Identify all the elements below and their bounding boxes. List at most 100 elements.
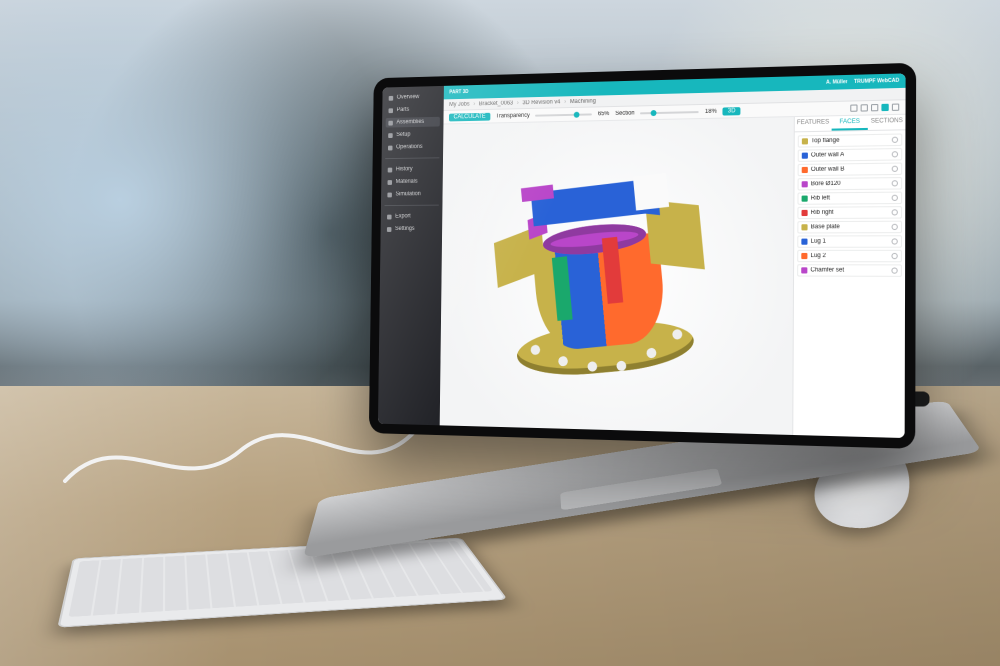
- workzone: FEATURESFACESSECTIONS Top flange Outer wa…: [440, 115, 906, 438]
- sidebar-item-label: History: [396, 166, 413, 172]
- part-top-flange[interactable]: [531, 180, 648, 227]
- slider1-value: 65%: [598, 111, 610, 117]
- color-swatch-icon: [802, 167, 808, 173]
- sidebar-item-gear[interactable]: Setup: [385, 129, 439, 140]
- titlebar-user[interactable]: A. Müller: [826, 79, 848, 86]
- measure-icon[interactable]: [881, 104, 888, 111]
- face-name: Outer wall B: [811, 166, 845, 173]
- cube-icon: [389, 108, 394, 113]
- pan-icon[interactable]: [871, 104, 878, 111]
- color-swatch-icon: [802, 138, 808, 144]
- list-item[interactable]: Lug 2: [797, 250, 902, 262]
- laptop-lid: Overview Parts Assemblies Setup Operations Hi…: [369, 63, 916, 449]
- view-tool-icons: [850, 104, 899, 112]
- list-item[interactable]: Chamfer set: [797, 264, 902, 277]
- face-name: Chamfer set: [810, 267, 844, 273]
- visibility-toggle-icon[interactable]: [892, 209, 898, 215]
- sidebar-item-home[interactable]: Overview: [386, 92, 440, 103]
- color-swatch-icon: [801, 210, 807, 216]
- face-name: Rib left: [811, 195, 830, 201]
- sidebar-item-label: Materials: [396, 179, 418, 185]
- clock-icon: [388, 167, 393, 172]
- color-swatch-icon: [802, 196, 808, 202]
- laptop-screen: Overview Parts Assemblies Setup Operations Hi…: [378, 73, 906, 438]
- titlebar-brand: TRUMPF WebCAD: [854, 78, 899, 85]
- sidebar-item-label: Export: [395, 214, 411, 220]
- sidebar-item-label: Simulation: [395, 191, 420, 197]
- main-area: PART 3D A. Müller TRUMPF WebCAD My Jobs›…: [440, 73, 906, 438]
- sidebar-separator: [385, 205, 439, 206]
- part-lug-right[interactable]: [645, 200, 705, 270]
- panel-tab-faces[interactable]: FACES: [831, 116, 868, 131]
- gear-icon: [388, 133, 393, 138]
- photo-scene: Overview Parts Assemblies Setup Operations Hi…: [0, 0, 1000, 666]
- calculate-button[interactable]: CALCULATE: [449, 112, 490, 121]
- rotate-icon[interactable]: [861, 104, 868, 111]
- titlebar-left: PART 3D: [449, 89, 468, 95]
- bolt-icon: [387, 192, 392, 197]
- visibility-toggle-icon[interactable]: [892, 151, 898, 157]
- visibility-toggle-icon[interactable]: [892, 180, 898, 186]
- sidebar-item-clock[interactable]: History: [385, 164, 439, 174]
- sidebar-item-bolt[interactable]: Simulation: [385, 189, 439, 199]
- part-cutout[interactable]: [633, 173, 669, 211]
- visibility-toggle-icon[interactable]: [892, 195, 898, 201]
- list-item[interactable]: Outer wall B: [798, 162, 903, 176]
- list-item[interactable]: Base plate: [797, 221, 902, 234]
- face-name: Rib right: [811, 210, 834, 216]
- layers-icon: [388, 120, 393, 125]
- shade-icon[interactable]: [892, 104, 899, 111]
- sidebar-item-layers[interactable]: Assemblies: [386, 117, 440, 128]
- transparency-slider[interactable]: [535, 113, 592, 116]
- sidebar-item-cube[interactable]: Parts: [386, 104, 440, 115]
- list-item[interactable]: Rib right: [797, 206, 902, 219]
- sidebar-item-list[interactable]: Operations: [385, 142, 439, 153]
- face-name: Lug 2: [810, 253, 825, 259]
- sidebar-item-tag[interactable]: Materials: [385, 177, 439, 187]
- fit-view-icon[interactable]: [850, 104, 857, 111]
- cad-part[interactable]: [486, 170, 715, 390]
- face-name: Bore Ø120: [811, 181, 841, 187]
- list-item[interactable]: Lug 1: [797, 235, 902, 248]
- color-swatch-icon: [801, 253, 807, 259]
- visibility-toggle-icon[interactable]: [891, 253, 897, 259]
- chevron-right-icon: ›: [473, 101, 475, 107]
- slider2-label: Section: [615, 110, 634, 116]
- sidebar-separator: [385, 157, 439, 159]
- visibility-toggle-icon[interactable]: [892, 137, 898, 143]
- visibility-toggle-icon[interactable]: [891, 267, 897, 273]
- sidebar-item-label: Settings: [395, 226, 415, 232]
- sidebar-item-label: Overview: [397, 94, 420, 100]
- sidebar-item-label: Assemblies: [396, 119, 424, 125]
- visibility-toggle-icon[interactable]: [891, 238, 897, 244]
- breadcrumb-item[interactable]: Bracket_0063: [479, 100, 513, 107]
- face-name: Outer wall A: [811, 152, 844, 159]
- list-icon: [388, 145, 393, 150]
- visibility-toggle-icon[interactable]: [892, 224, 898, 230]
- list-item[interactable]: Top flange: [798, 133, 903, 147]
- chevron-right-icon: ›: [564, 99, 566, 105]
- breadcrumb-item[interactable]: Machining: [570, 98, 596, 105]
- properties-panel: FEATURESFACESSECTIONS Top flange Outer wa…: [792, 115, 905, 438]
- view-3d-toggle[interactable]: 3D: [723, 107, 741, 115]
- sidebar-item-label: Operations: [396, 144, 423, 150]
- panel-tab-features[interactable]: FEATURES: [795, 116, 832, 131]
- list-item[interactable]: Rib left: [797, 192, 902, 205]
- gear2-icon: [387, 227, 392, 232]
- sidebar-item-gear2[interactable]: Settings: [384, 224, 438, 234]
- download-icon: [387, 214, 392, 219]
- viewport-3d[interactable]: [440, 117, 794, 435]
- list-item[interactable]: Outer wall A: [798, 148, 903, 162]
- visibility-toggle-icon[interactable]: [892, 166, 898, 172]
- breadcrumb-item[interactable]: 3D Revision v4: [522, 99, 560, 106]
- section-slider[interactable]: [640, 111, 699, 114]
- face-name: Base plate: [811, 224, 840, 230]
- cad-app: Overview Parts Assemblies Setup Operations Hi…: [378, 73, 906, 438]
- breadcrumb-item[interactable]: My Jobs: [449, 101, 470, 107]
- sidebar-item-download[interactable]: Export: [384, 211, 438, 221]
- list-item[interactable]: Bore Ø120: [798, 177, 903, 190]
- panel-tab-sections[interactable]: SECTIONS: [868, 115, 905, 130]
- laptop: Overview Parts Assemblies Setup Operations Hi…: [352, 70, 944, 540]
- sidebar-item-label: Parts: [397, 107, 410, 113]
- slider2-value: 18%: [705, 108, 717, 114]
